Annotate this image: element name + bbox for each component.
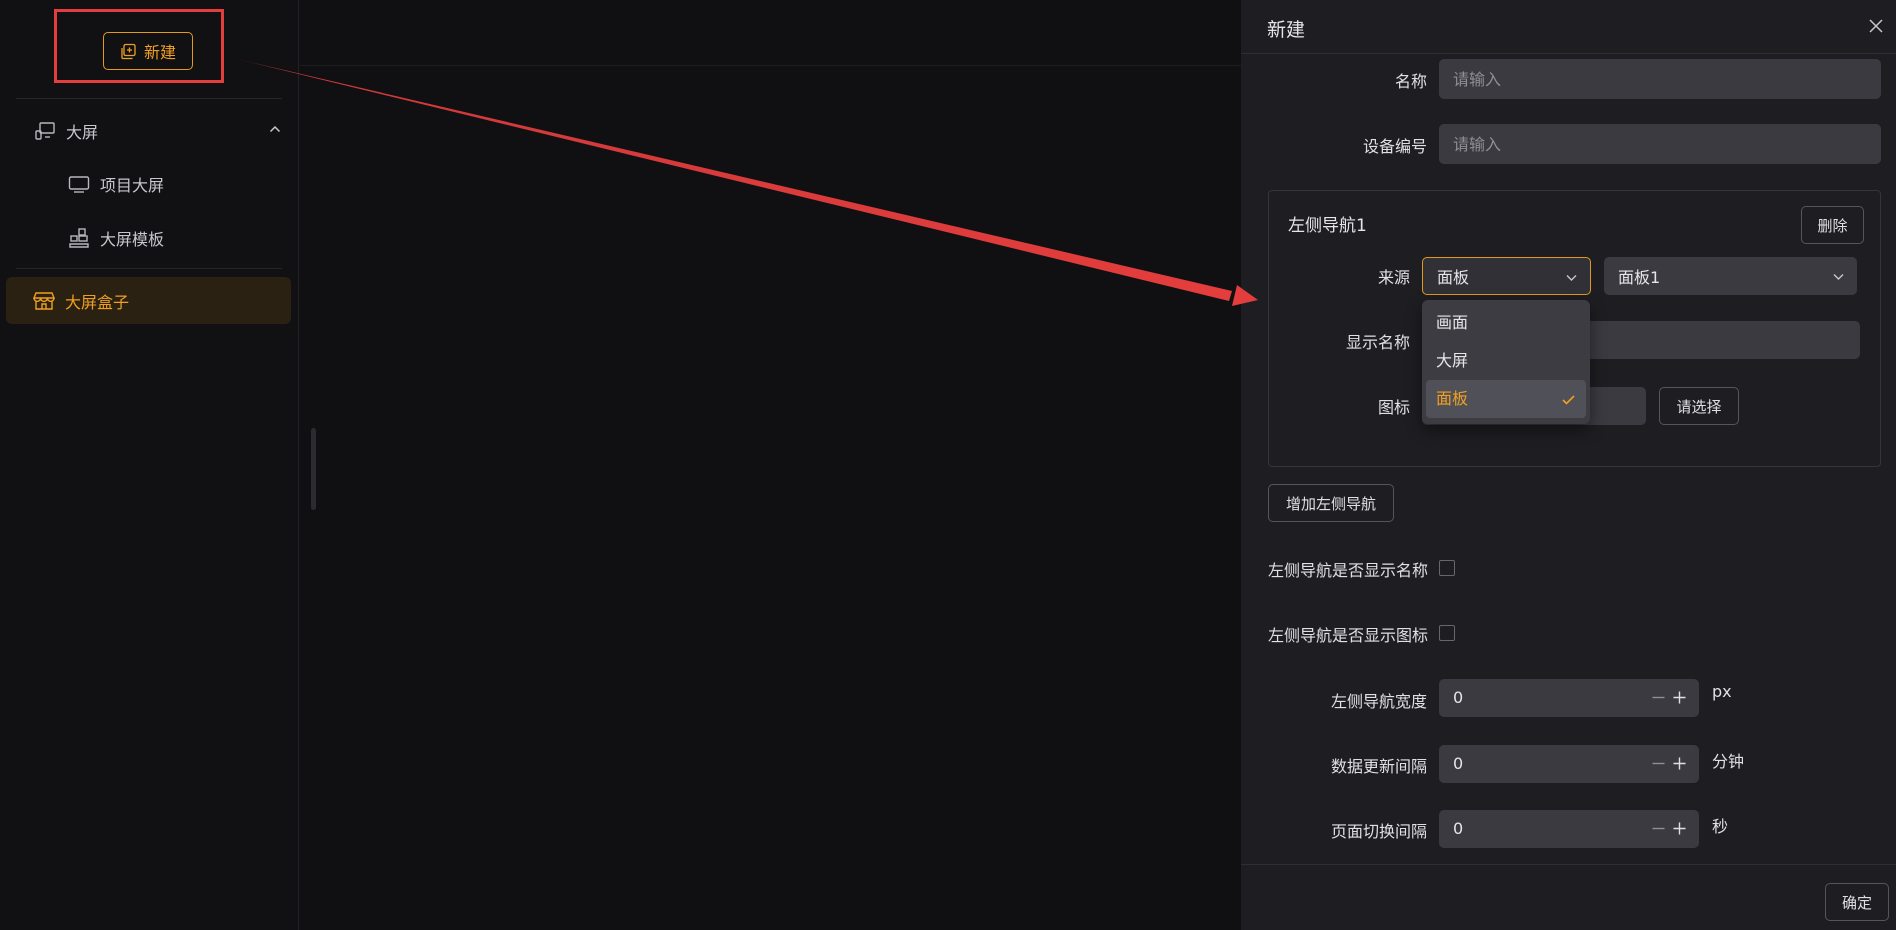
new-button[interactable]: 新建 xyxy=(103,32,193,70)
sidebar-divider xyxy=(16,98,282,99)
sidebar-item-project-screen[interactable]: 项目大屏 xyxy=(68,172,164,196)
show-icon-checkbox[interactable] xyxy=(1439,625,1455,641)
chevron-down-icon xyxy=(1832,270,1845,283)
close-icon[interactable] xyxy=(1866,16,1886,36)
device-number-input[interactable] xyxy=(1439,124,1881,164)
option-label: 面板 xyxy=(1436,389,1469,408)
dropdown-option[interactable]: 画面 xyxy=(1426,304,1586,342)
source-dropdown: 画面 大屏 面板 xyxy=(1422,300,1590,424)
show-icon-label: 左侧导航是否显示图标 xyxy=(1268,626,1429,645)
monitor-icon xyxy=(68,173,90,195)
source-label: 来源 xyxy=(1377,268,1410,287)
drawer-title: 新建 xyxy=(1267,19,1306,41)
nav-card-title: 左侧导航1 xyxy=(1288,216,1367,236)
name-label: 名称 xyxy=(1394,72,1427,91)
drawer-footer: 确定 xyxy=(1241,864,1896,930)
plus-icon[interactable] xyxy=(1672,821,1687,836)
show-name-checkbox[interactable] xyxy=(1439,560,1455,576)
minus-icon[interactable] xyxy=(1651,756,1666,771)
add-file-icon xyxy=(120,43,137,60)
choose-icon-button[interactable]: 请选择 xyxy=(1659,387,1739,425)
sidebar-item-label: 大屏模板 xyxy=(100,230,165,249)
option-label: 画面 xyxy=(1436,313,1469,332)
minus-icon[interactable] xyxy=(1651,690,1666,705)
plus-icon[interactable] xyxy=(1672,756,1687,771)
dropdown-option-selected[interactable]: 面板 xyxy=(1426,380,1586,418)
sidebar-item-screen-template[interactable]: 大屏模板 xyxy=(68,226,164,250)
sidebar-group-label: 大屏 xyxy=(66,123,99,142)
minus-icon[interactable] xyxy=(1651,821,1666,836)
sidebar: 新建 大屏 项目大屏 大屏模板 大屏盒子 xyxy=(0,0,299,930)
device-number-label: 设备编号 xyxy=(1362,137,1427,156)
confirm-button[interactable]: 确定 xyxy=(1825,883,1889,921)
monitor-share-icon xyxy=(34,120,56,142)
sidebar-item-screen-box[interactable]: 大屏盒子 xyxy=(6,277,291,324)
source-target-value: 面板1 xyxy=(1618,268,1661,287)
unit-label: 秒 xyxy=(1712,817,1729,836)
icon-label: 图标 xyxy=(1377,398,1410,417)
source-select[interactable]: 面板 xyxy=(1422,257,1591,295)
switch-interval-label: 页面切换间隔 xyxy=(1330,822,1427,841)
template-blocks-icon xyxy=(68,227,90,249)
name-input[interactable] xyxy=(1439,59,1881,99)
show-name-label: 左侧导航是否显示名称 xyxy=(1268,561,1429,580)
create-drawer: 新建 名称 设备编号 左侧导航1 删除 来源 面板 面板1 显示名称 xyxy=(1241,0,1896,930)
refresh-interval-stepper[interactable]: 0 xyxy=(1439,745,1699,783)
switch-interval-stepper[interactable]: 0 xyxy=(1439,810,1699,848)
unit-label: 分钟 xyxy=(1712,752,1745,771)
chevron-up-icon[interactable] xyxy=(268,122,282,136)
sidebar-item-label: 项目大屏 xyxy=(100,176,165,195)
nav-width-label: 左侧导航宽度 xyxy=(1330,692,1427,711)
dropdown-option[interactable]: 大屏 xyxy=(1426,342,1586,380)
source-select-value: 面板 xyxy=(1437,268,1470,287)
sidebar-item-label: 大屏盒子 xyxy=(65,292,130,312)
main-header-divider xyxy=(300,65,1241,66)
option-label: 大屏 xyxy=(1436,351,1469,370)
store-icon xyxy=(33,290,55,312)
drawer-header: 新建 xyxy=(1241,0,1896,54)
delete-button[interactable]: 删除 xyxy=(1801,206,1864,244)
stepper-value: 0 xyxy=(1453,688,1464,707)
refresh-interval-label: 数据更新间隔 xyxy=(1330,757,1427,776)
unit-label: px xyxy=(1712,682,1732,701)
stepper-value: 0 xyxy=(1453,819,1464,838)
sidebar-divider xyxy=(16,268,282,269)
plus-icon[interactable] xyxy=(1672,690,1687,705)
stepper-value: 0 xyxy=(1453,754,1464,773)
new-button-label: 新建 xyxy=(143,45,176,62)
add-left-nav-button[interactable]: 增加左侧导航 xyxy=(1268,484,1394,522)
checkmark-icon xyxy=(1561,392,1576,407)
display-name-label: 显示名称 xyxy=(1345,333,1410,352)
nav-width-stepper[interactable]: 0 xyxy=(1439,679,1699,717)
scrollbar-thumb[interactable] xyxy=(311,428,316,510)
chevron-down-icon xyxy=(1565,271,1578,284)
source-target-select[interactable]: 面板1 xyxy=(1604,257,1857,295)
sidebar-group-big-screen[interactable]: 大屏 xyxy=(34,118,282,144)
